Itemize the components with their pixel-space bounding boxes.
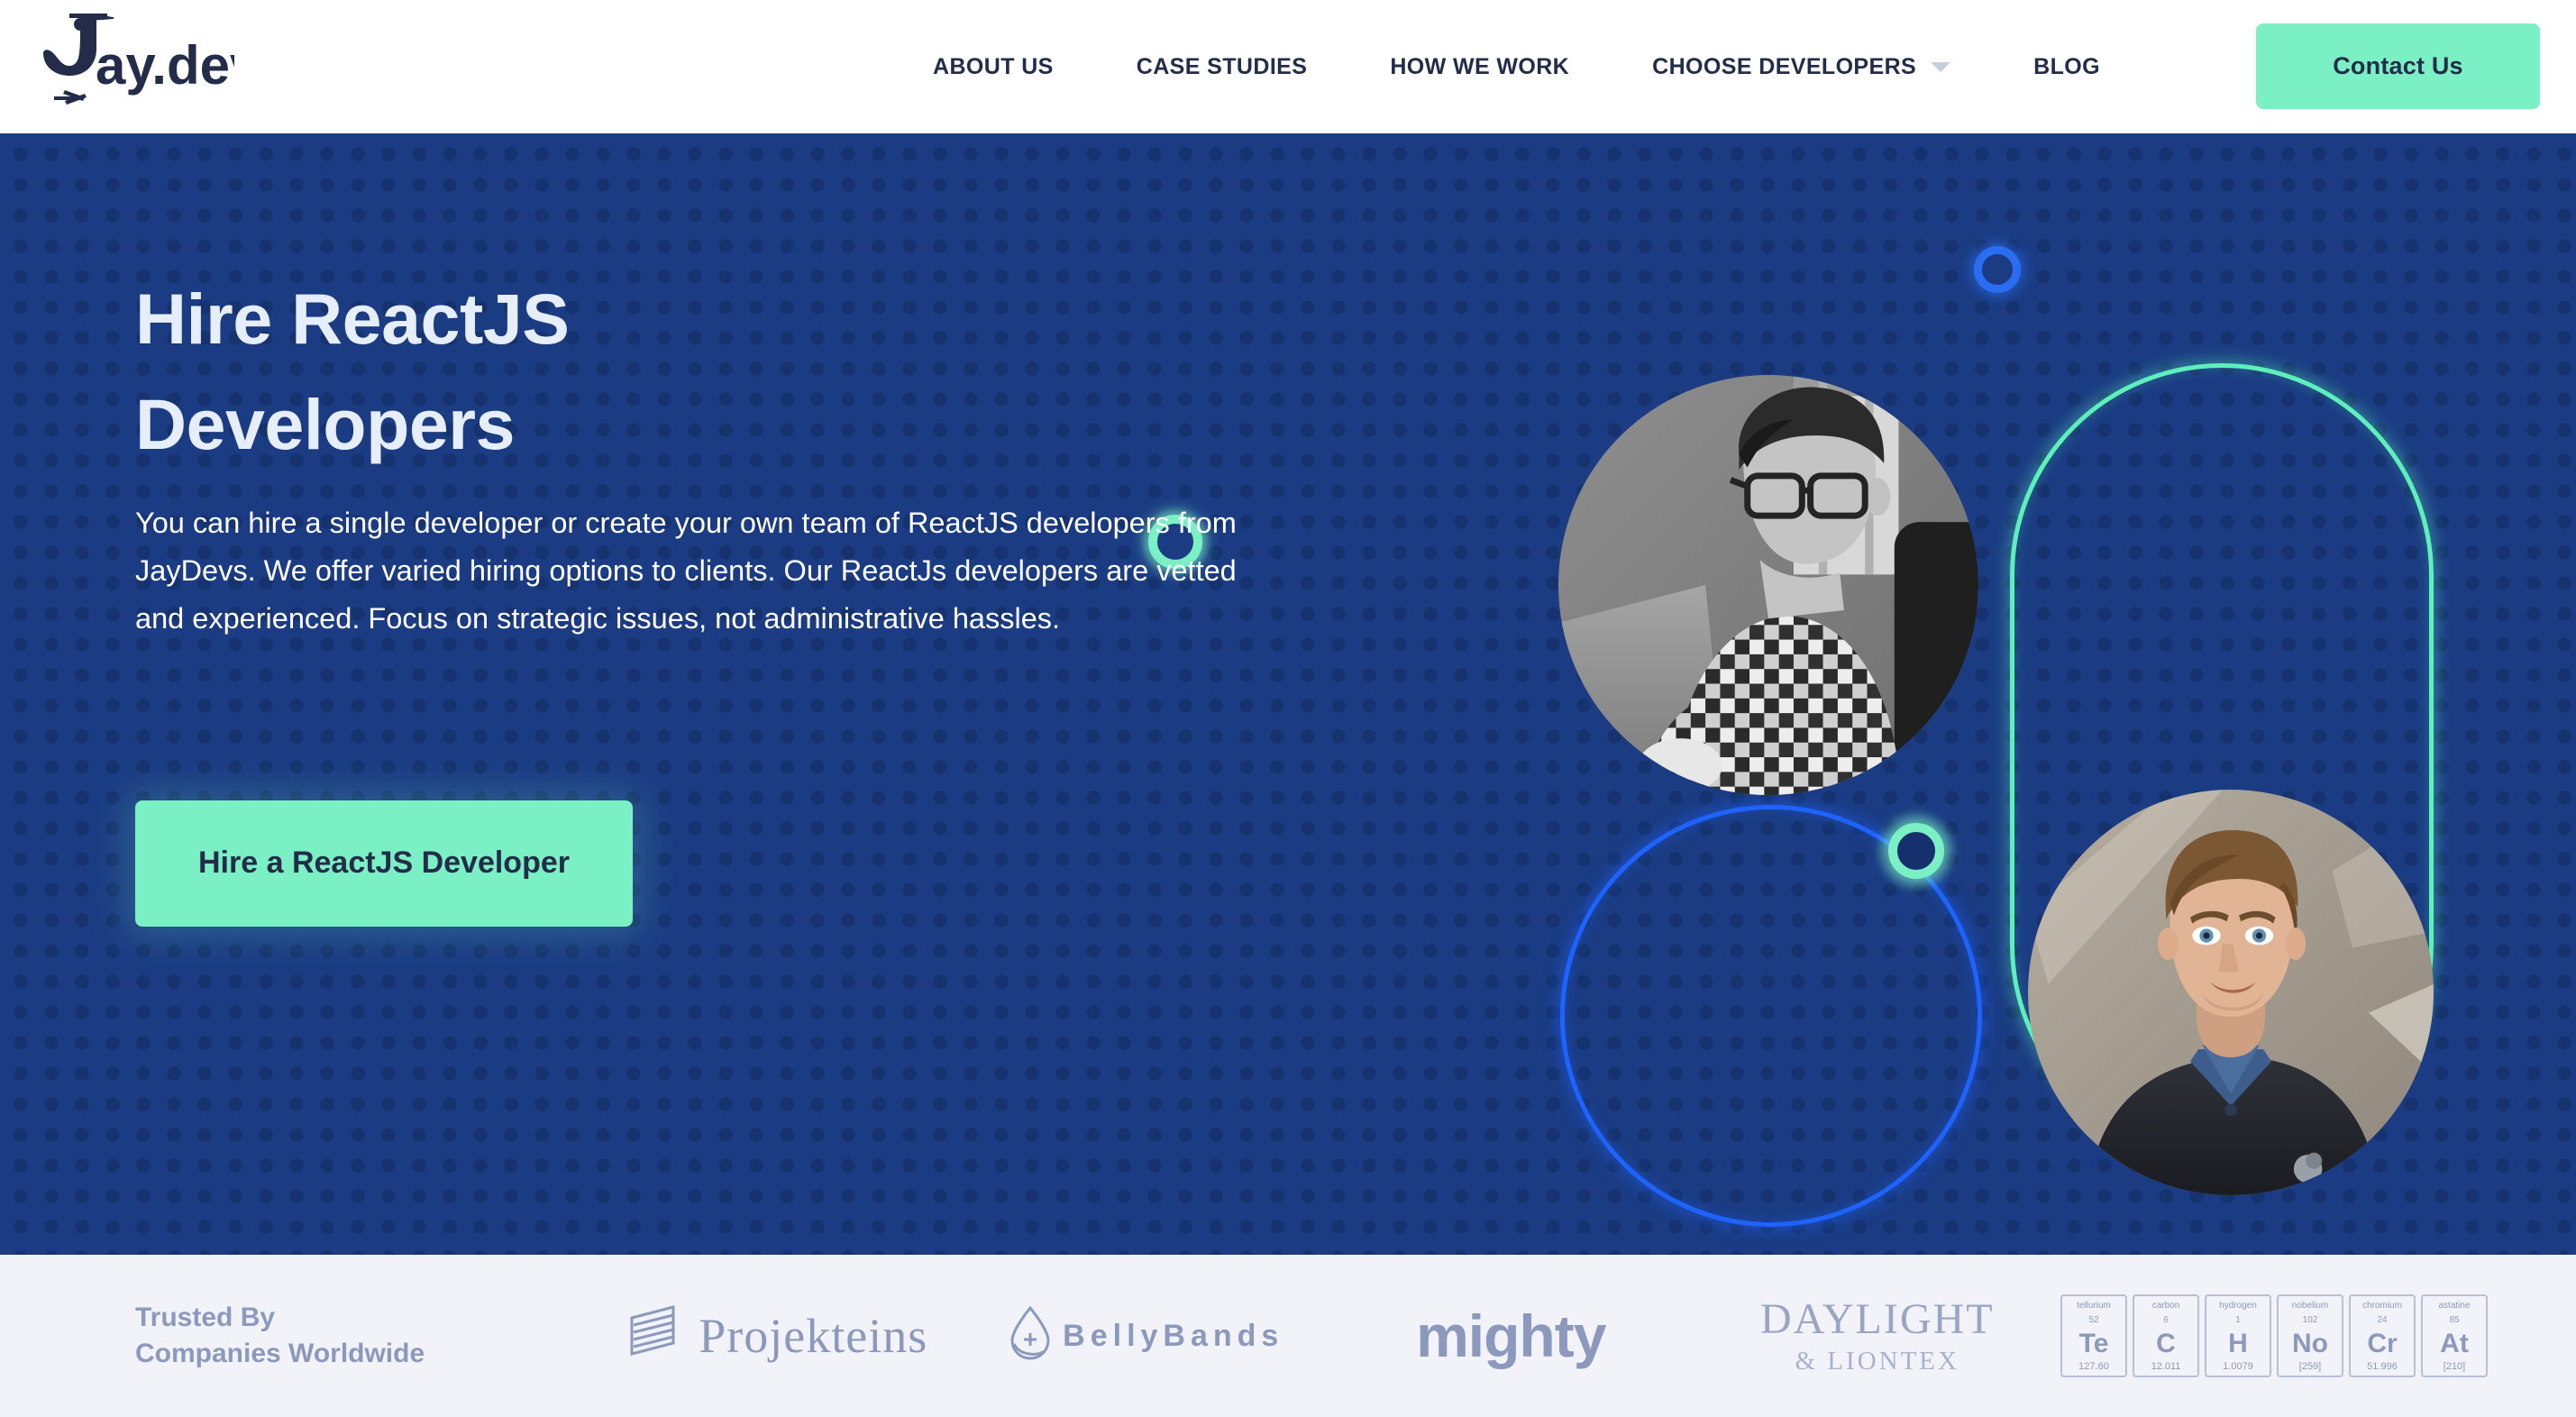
hero-title-line-2: Developers	[135, 383, 515, 464]
chevron-down-icon[interactable]	[1931, 61, 1951, 72]
client-logo-label: mighty	[1416, 1303, 1606, 1369]
main-navigation: ABOUT US CASE STUDIES HOW WE WORK CHOOSE…	[933, 0, 2142, 133]
jaybird-logo-icon: ay.devs	[27, 14, 234, 109]
client-logo-label: BellyBands	[1063, 1318, 1284, 1353]
nav-item-about-us[interactable]: ABOUT US	[933, 54, 1095, 80]
client-logo-strip: Projekteins BellyBands mighty DAYLIGHT &…	[595, 1255, 2488, 1417]
client-logo-bellybands[interactable]: BellyBands	[962, 1255, 1329, 1417]
client-logo-mighty[interactable]: mighty	[1328, 1255, 1694, 1417]
element-tile: astatine 85 At [210]	[2421, 1294, 2488, 1377]
nav-item-blog[interactable]: BLOG	[1992, 54, 2142, 80]
client-logo-label: DAYLIGHT	[1759, 1294, 1995, 1343]
hire-reactjs-developer-button[interactable]: Hire a ReactJS Developer	[135, 800, 633, 927]
trusted-by-line-2: Companies Worldwide	[135, 1338, 425, 1368]
hero-paragraph: You can hire a single developer or creat…	[135, 506, 1237, 635]
blue-ring-accent-top	[1969, 242, 2025, 297]
contact-us-button[interactable]: Contact Us	[2256, 23, 2540, 109]
water-droplet-plus-icon	[1005, 1304, 1055, 1368]
trusted-by-bar: Trusted By Companies Worldwide Projektei…	[0, 1255, 2576, 1417]
nav-label: ABOUT US	[933, 53, 1054, 79]
trusted-by-line-1: Trusted By	[135, 1303, 276, 1332]
client-logo-projekteins[interactable]: Projekteins	[595, 1255, 962, 1417]
brand-logo[interactable]: ay.devs	[27, 7, 297, 115]
striped-parallelogram-icon	[628, 1304, 682, 1367]
hero-content: Hire ReactJS Developers You can hire a s…	[135, 267, 1307, 927]
element-tile: nobelium 102 No [259]	[2277, 1294, 2343, 1377]
nav-label: CASE STUDIES	[1136, 53, 1308, 79]
hero-photo-developer-portrait	[2028, 790, 2434, 1195]
client-logo-sublabel: & LIONTEX	[1795, 1346, 1959, 1376]
element-tile: carbon 6 C 12.011	[2133, 1294, 2199, 1377]
client-logo-technocrat[interactable]: tellurium 52 Te 127.60 carbon 6 C 12.011…	[2060, 1255, 2488, 1417]
nav-label: BLOG	[2033, 53, 2100, 79]
hero-photo-developer-laptop	[1558, 375, 1978, 795]
nav-label: HOW WE WORK	[1390, 53, 1570, 79]
page-title: Hire ReactJS Developers	[135, 267, 1307, 478]
element-tile: hydrogen 1 H 1.0079	[2205, 1294, 2271, 1377]
client-logo-label: Projekteins	[699, 1309, 928, 1363]
nav-item-case-studies[interactable]: CASE STUDIES	[1095, 54, 1349, 80]
hero-section: Hire ReactJS Developers You can hire a s…	[0, 133, 2576, 1255]
nav-label: CHOOSE DEVELOPERS	[1652, 53, 1917, 79]
mint-ring-accent-right	[1875, 809, 1958, 892]
hero-title-line-1: Hire ReactJS	[135, 279, 570, 359]
nav-item-how-we-work[interactable]: HOW WE WORK	[1348, 54, 1611, 80]
svg-text:ay.devs: ay.devs	[96, 35, 234, 96]
page-root: ay.devs ABOUT US CASE STUDIES HOW WE WOR…	[0, 0, 2576, 1417]
periodic-table-tiles-icon: tellurium 52 Te 127.60 carbon 6 C 12.011…	[2060, 1294, 2488, 1377]
site-header: ay.devs ABOUT US CASE STUDIES HOW WE WOR…	[0, 0, 2576, 133]
element-tile: chromium 24 Cr 51.996	[2349, 1294, 2416, 1377]
nav-item-choose-developers[interactable]: CHOOSE DEVELOPERS	[1611, 54, 1992, 80]
element-tile: tellurium 52 Te 127.60	[2060, 1294, 2127, 1377]
trusted-by-label: Trusted By Companies Worldwide	[135, 1300, 425, 1372]
client-logo-daylight-liontex[interactable]: DAYLIGHT & LIONTEX	[1694, 1255, 2061, 1417]
